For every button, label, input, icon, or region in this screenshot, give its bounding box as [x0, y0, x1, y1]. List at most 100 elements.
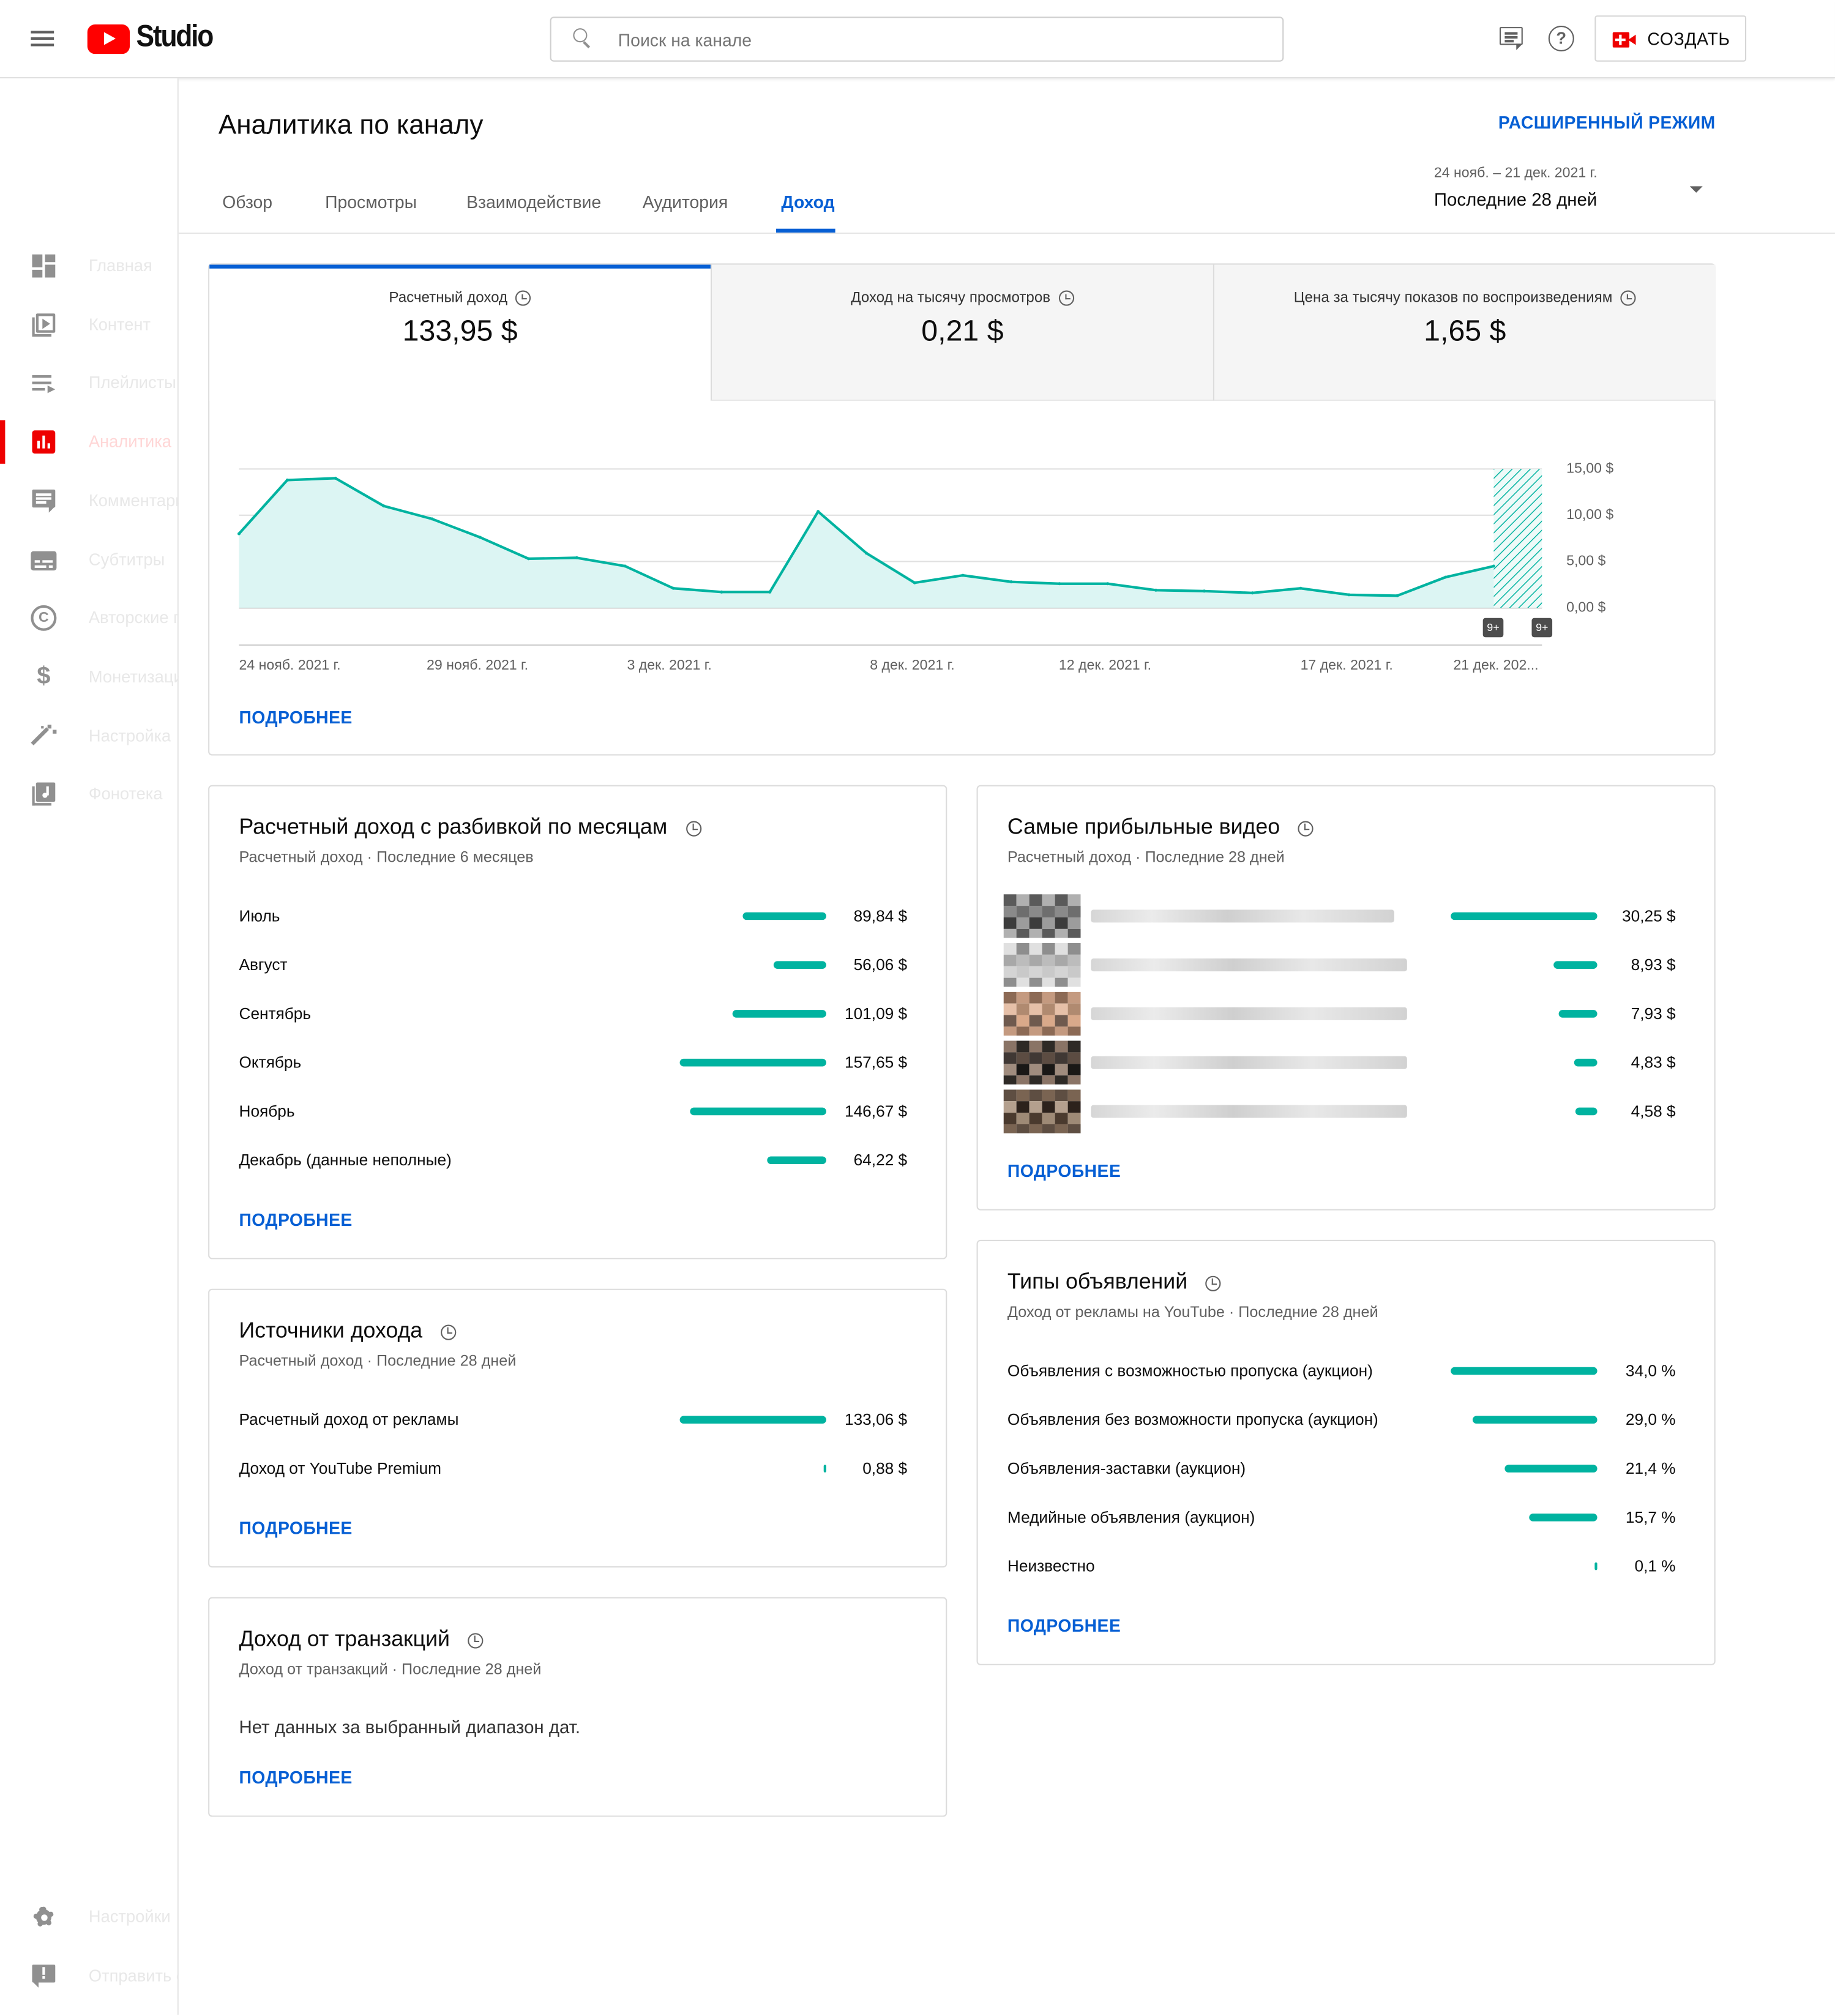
sources-more-link[interactable]: ПОДРОБНЕЕ: [239, 1518, 352, 1537]
row-value: 34,0 %: [1625, 1362, 1676, 1380]
sidebar-item-settings[interactable]: Настройки: [0, 1895, 179, 1939]
sidebar-item-playlists[interactable]: Плейлисты: [0, 361, 179, 405]
monthly-revenue-card: Расчетный доход с разбивкой по месяцам Р…: [208, 785, 947, 1260]
video-row[interactable]: 30,25 $: [978, 894, 1711, 938]
data-point: [1154, 588, 1158, 592]
data-point: [1299, 586, 1302, 590]
monthly-row[interactable]: Август 56,06 $: [209, 954, 942, 979]
video-library-icon: [31, 312, 56, 338]
event-badge[interactable]: 9+: [1531, 618, 1553, 638]
metric-tab-playback-cpm[interactable]: Цена за тысячу показов по воспроизведени…: [1213, 264, 1716, 401]
sidebar-item-copyright[interactable]: C Авторские права: [0, 596, 179, 640]
ad-types-more-link[interactable]: ПОДРОБНЕЕ: [1007, 1616, 1121, 1635]
row-label: Сентябрь: [239, 1004, 312, 1023]
monthly-row[interactable]: Сентябрь 101,09 $: [209, 1002, 942, 1028]
video-row[interactable]: 4,58 $: [978, 1089, 1711, 1133]
row-value: 0,1 %: [1634, 1557, 1676, 1575]
search-icon: [573, 28, 592, 48]
tab-revenue[interactable]: Доход: [781, 193, 834, 212]
tab-audience[interactable]: Аудитория: [643, 193, 728, 212]
row-value: 21,4 %: [1625, 1459, 1676, 1478]
row-value: 4,58 $: [1631, 1102, 1676, 1121]
video-row[interactable]: 4,83 $: [978, 1040, 1711, 1085]
video-row[interactable]: 8,93 $: [978, 943, 1711, 987]
advanced-mode-link[interactable]: РАСШИРЕННЫЙ РЕЖИМ: [1498, 113, 1716, 132]
video-title-obscured[interactable]: [1091, 1007, 1407, 1020]
video-title-obscured[interactable]: [1091, 1056, 1407, 1069]
row-label: Объявления-заставки (аукцион): [1007, 1459, 1246, 1478]
card-title: Типы объявлений: [1007, 1269, 1222, 1295]
monthly-row[interactable]: Декабрь (данные неполные) 64,22 $: [209, 1149, 942, 1174]
analytics-icon: [31, 429, 56, 455]
messages-icon[interactable]: [1499, 27, 1524, 50]
video-thumbnail[interactable]: [1003, 1089, 1081, 1133]
sidebar-item-content[interactable]: Контент: [0, 303, 179, 346]
ad-type-row[interactable]: Медийные объявления (аукцион) 15,7 %: [978, 1506, 1711, 1531]
row-value: 146,67 $: [844, 1102, 908, 1121]
sidebar-item-subtitles[interactable]: Субтитры: [0, 539, 179, 582]
search-box[interactable]: [550, 17, 1284, 62]
metric-tab-rpm[interactable]: Доход на тысячу просмотров 0,21 $: [710, 264, 1213, 401]
transactions-more-link[interactable]: ПОДРОБНЕЕ: [239, 1768, 352, 1787]
metric-label-row: Доход на тысячу просмотров: [712, 290, 1213, 306]
card-title: Источники дохода: [239, 1318, 457, 1344]
card-subtitle: Доход от рекламы на YouTube · Последние …: [1007, 1302, 1378, 1321]
sidebar-item-monetization[interactable]: $ Монетизация: [0, 655, 179, 699]
tab-views[interactable]: Просмотры: [325, 193, 417, 212]
event-badge[interactable]: 9+: [1482, 618, 1504, 638]
date-range-picker[interactable]: 24 нояб. – 21 дек. 2021 г. Последние 28 …: [1426, 159, 1711, 215]
sidebar-item-audio-library[interactable]: Фонотека: [0, 772, 179, 816]
help-icon[interactable]: ?: [1548, 25, 1574, 51]
ad-type-row[interactable]: Объявления-заставки (аукцион) 21,4 %: [978, 1457, 1711, 1483]
monthly-more-link[interactable]: ПОДРОБНЕЕ: [239, 1211, 352, 1230]
video-thumbnail[interactable]: [1003, 991, 1081, 1036]
source-row[interactable]: Доход от YouTube Premium 0,88 $: [209, 1457, 942, 1483]
metric-label-row: Цена за тысячу показов по воспроизведени…: [1214, 290, 1716, 306]
sidebar-item-analytics[interactable]: Аналитика: [0, 420, 179, 464]
video-title-obscured[interactable]: [1091, 1105, 1407, 1118]
sidebar-item-dashboard[interactable]: Главная: [0, 244, 179, 288]
data-point: [334, 476, 337, 480]
active-indicator: [0, 420, 6, 464]
tab-engagement[interactable]: Взаимодействие: [466, 193, 601, 212]
create-video-icon: [1612, 32, 1637, 48]
tab-overview[interactable]: Обзор: [222, 193, 272, 212]
video-title-obscured[interactable]: [1091, 909, 1394, 923]
data-point: [720, 590, 723, 594]
monthly-row[interactable]: Июль 89,84 $: [209, 905, 942, 930]
row-value: 0,88 $: [862, 1459, 908, 1478]
ad-types-card: Типы объявлений Доход от рекламы на YouT…: [976, 1239, 1716, 1665]
monthly-row[interactable]: Ноябрь 146,67 $: [209, 1100, 942, 1126]
data-point: [430, 517, 434, 521]
youtube-logo-icon[interactable]: [87, 24, 130, 54]
monthly-row[interactable]: Октябрь 157,65 $: [209, 1051, 942, 1077]
clock-icon: [1058, 290, 1074, 306]
video-thumbnail[interactable]: [1003, 894, 1081, 938]
ad-type-row[interactable]: Объявления с возможностью пропуска (аукц…: [978, 1359, 1711, 1385]
overview-more-link[interactable]: ПОДРОБНЕЕ: [239, 708, 352, 727]
revenue-chart[interactable]: [209, 444, 1715, 676]
subtitles-icon: [31, 547, 57, 573]
card-title: Доход от транзакций: [239, 1627, 484, 1652]
x-tick-label: 8 дек. 2021 г.: [870, 657, 955, 674]
top-bar: Studio ? СОЗДАТЬ: [0, 0, 1835, 79]
video-thumbnail[interactable]: [1003, 943, 1081, 987]
source-row[interactable]: Расчетный доход от рекламы 133,06 $: [209, 1408, 942, 1434]
row-label: Неизвестно: [1007, 1557, 1095, 1575]
sidebar-item-feedback[interactable]: Отправить отзыв: [0, 1954, 179, 1998]
video-row[interactable]: 7,93 $: [978, 991, 1711, 1036]
sidebar-item-customization[interactable]: Настройка: [0, 714, 179, 758]
video-thumbnail[interactable]: [1003, 1040, 1081, 1085]
search-input[interactable]: [618, 27, 1235, 53]
video-title-obscured[interactable]: [1091, 958, 1407, 972]
row-label: Октябрь: [239, 1053, 302, 1072]
ad-type-row[interactable]: Неизвестно 0,1 %: [978, 1555, 1711, 1580]
top-videos-more-link[interactable]: ПОДРОБНЕЕ: [1007, 1162, 1121, 1181]
sidebar-item-comments[interactable]: Комментарии: [0, 479, 179, 523]
metric-tab-estimated-revenue[interactable]: Расчетный доход 133,95 $: [209, 264, 711, 401]
create-button[interactable]: СОЗДАТЬ: [1594, 15, 1747, 62]
x-tick-label: 17 дек. 2021 г.: [1300, 657, 1393, 674]
menu-icon[interactable]: [31, 28, 56, 49]
row-value: 4,83 $: [1631, 1053, 1676, 1072]
ad-type-row[interactable]: Объявления без возможности пропуска (аук…: [978, 1408, 1711, 1434]
